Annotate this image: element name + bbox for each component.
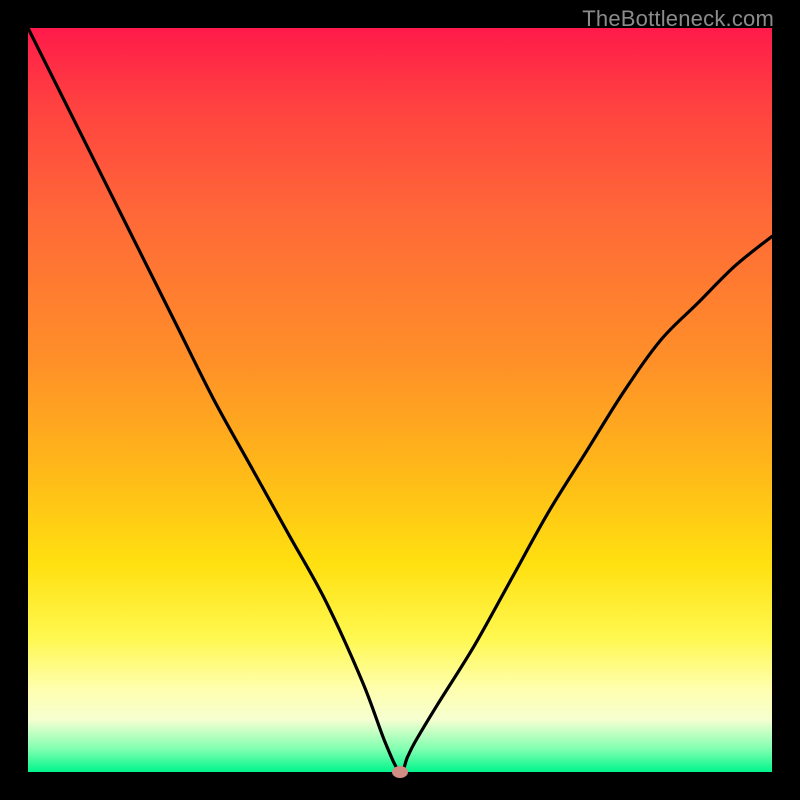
chart-frame: TheBottleneck.com xyxy=(0,0,800,800)
bottleneck-curve xyxy=(28,28,772,772)
plot-area xyxy=(28,28,772,772)
minimum-marker xyxy=(392,766,408,778)
